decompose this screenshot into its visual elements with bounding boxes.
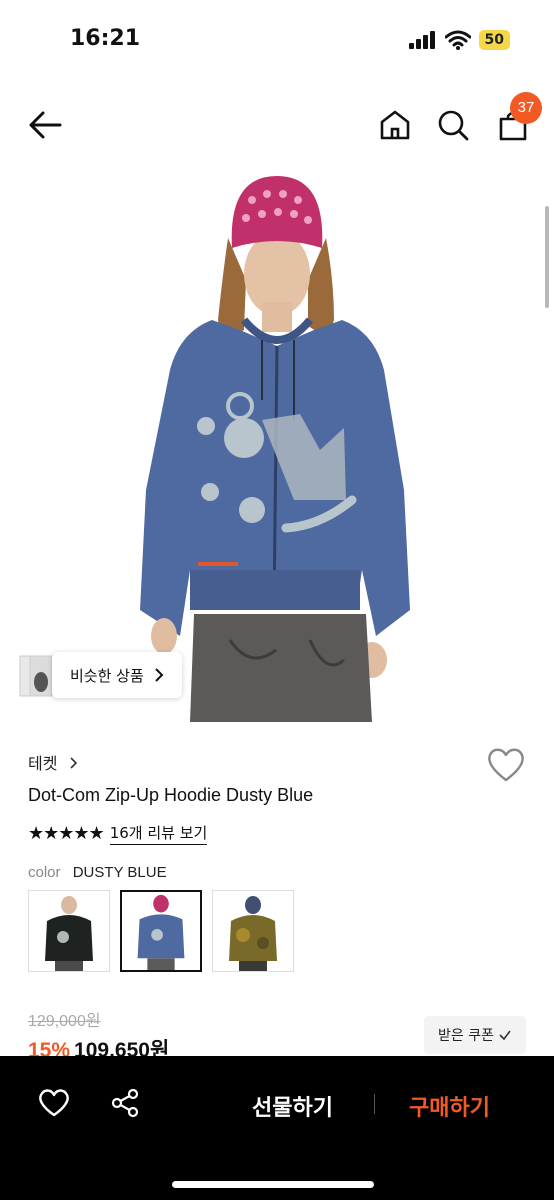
review-link[interactable]: 16개 리뷰 보기	[109, 822, 208, 845]
back-arrow-icon[interactable]	[26, 108, 64, 142]
color-swatches	[28, 890, 294, 972]
coupon-button[interactable]: 받은 쿠폰	[424, 1016, 526, 1054]
similar-products-label: 비슷한 상품	[70, 666, 144, 685]
color-value: DUSTY BLUE	[72, 864, 167, 881]
similar-products-button[interactable]: 비슷한 상품	[52, 652, 182, 698]
swatch-dusty-blue[interactable]	[120, 890, 202, 972]
signal-icon	[408, 31, 435, 49]
wifi-icon	[444, 30, 471, 50]
product-page: 16:21 50 37 비슷한 상품 테켓 Dot-Com Zip-Up Hoo…	[0, 0, 554, 1200]
chevron-right-icon	[69, 757, 77, 769]
heart-icon[interactable]	[38, 1088, 70, 1118]
buy-button[interactable]: 구매하기	[409, 1090, 490, 1122]
original-price: 129,000원	[28, 1013, 101, 1030]
product-image[interactable]	[0, 170, 554, 722]
gift-button[interactable]: 선물하기	[252, 1090, 333, 1122]
battery-indicator: 50	[478, 30, 510, 50]
brand-name: 테켓	[28, 754, 58, 773]
divider	[374, 1094, 375, 1114]
status-bar: 16:21 50	[0, 0, 554, 80]
color-label: color	[28, 864, 61, 881]
chevron-right-icon	[155, 668, 164, 682]
status-time: 16:21	[70, 26, 141, 51]
swatch-camo[interactable]	[212, 890, 294, 972]
brand-link[interactable]: 테켓	[28, 750, 79, 774]
home-icon[interactable]	[378, 108, 412, 142]
color-row: color DUSTY BLUE	[28, 864, 167, 881]
model-photo	[140, 176, 410, 722]
similar-products[interactable]: 비슷한 상품	[18, 652, 218, 700]
bottom-action-bar: 선물하기 구매하기	[0, 1056, 554, 1200]
scrollbar-thumb[interactable]	[545, 206, 549, 308]
wishlist-heart-icon[interactable]	[486, 746, 526, 784]
home-indicator	[172, 1181, 374, 1188]
check-icon	[499, 1030, 511, 1041]
search-icon[interactable]	[436, 108, 470, 142]
share-icon[interactable]	[110, 1088, 140, 1118]
top-nav	[0, 96, 554, 156]
status-icons: 50	[408, 30, 510, 50]
swatch-black[interactable]	[28, 890, 110, 972]
rating-row: ★★★★★ 16개 리뷰 보기	[28, 822, 208, 845]
product-name: Dot-Com Zip-Up Hoodie Dusty Blue	[28, 785, 314, 805]
coupon-label: 받은 쿠폰	[438, 1028, 494, 1044]
cart-count-badge: 37	[510, 92, 542, 124]
rating-stars: ★★★★★	[28, 823, 105, 844]
